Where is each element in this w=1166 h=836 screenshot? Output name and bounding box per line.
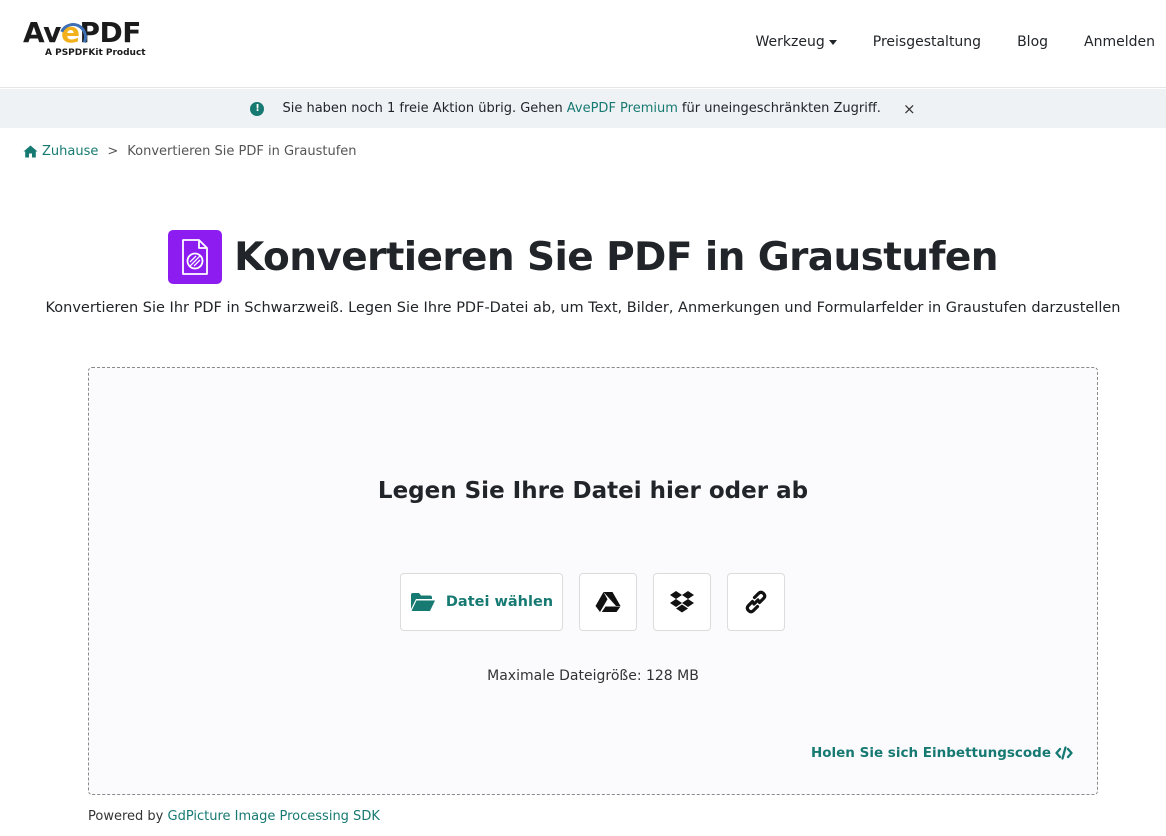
breadcrumb-home[interactable]: Zuhause (23, 144, 98, 159)
folder-open-icon (410, 593, 435, 611)
code-icon (1055, 746, 1073, 760)
breadcrumb-home-label: Zuhause (42, 144, 99, 159)
choose-file-button[interactable]: Datei wählen (400, 573, 563, 631)
upload-source-buttons: Datei wählen (400, 573, 801, 631)
main-nav: Werkzeug Preisgestaltung Blog Anmelden (720, 31, 1155, 53)
free-action-notice: ! Sie haben noch 1 freie Aktion übrig. G… (0, 89, 1166, 128)
choose-file-label: Datei wählen (445, 594, 554, 610)
dropbox-icon (670, 591, 694, 613)
embed-code-link[interactable]: Holen Sie sich Einbettungscode (811, 745, 1073, 761)
url-link-button[interactable] (727, 573, 785, 631)
nav-blog-link[interactable]: Blog (1017, 31, 1048, 53)
premium-link[interactable]: AvePDF Premium (567, 101, 678, 116)
nav-tools-label: Werkzeug (755, 34, 825, 50)
exclamation-icon: ! (250, 101, 265, 116)
page-title: Konvertieren Sie PDF in Graustufen (234, 234, 998, 280)
google-drive-icon (595, 592, 621, 612)
notice-text-start: Sie haben noch 1 freie Aktion übrig. Geh… (282, 101, 563, 116)
dropbox-button[interactable] (653, 573, 711, 631)
nav-login-link[interactable]: Anmelden (1084, 31, 1155, 53)
file-dropzone[interactable]: Legen Sie Ihre Datei hier oder ab Datei … (88, 367, 1098, 795)
logo-tagline: A PSPDFKit Product (45, 48, 146, 58)
gdpicture-sdk-link[interactable]: GdPicture Image Processing SDK (168, 809, 380, 824)
max-file-size: Maximale Dateigröße: 128 MB (487, 668, 699, 684)
caret-down-icon (828, 39, 837, 45)
logo-wordmark: Av e PDF (23, 16, 141, 49)
nav-pricing-link[interactable]: Preisgestaltung (873, 31, 981, 53)
powered-by: Powered by GdPicture Image Processing SD… (88, 809, 380, 824)
page-subtitle: Konvertieren Sie Ihr PDF in Schwarzweiß.… (45, 300, 1121, 316)
header: Av e PDF A PSPDFKit Product Werkzeug Preis… (0, 0, 1166, 88)
google-drive-button[interactable] (579, 573, 637, 631)
grayscale-pdf-icon (168, 230, 223, 284)
logo-e-mark: e (60, 16, 80, 49)
avepdf-logo[interactable]: Av e PDF A PSPDFKit Product (23, 17, 153, 63)
close-icon[interactable]: × (903, 100, 916, 118)
link-icon (745, 590, 767, 614)
nav-tools-dropdown[interactable]: Werkzeug (756, 31, 837, 53)
home-icon (23, 145, 38, 158)
breadcrumb: Zuhause > Konvertieren Sie PDF in Graust… (23, 144, 357, 159)
breadcrumb-separator: > (107, 144, 119, 159)
powered-by-label: Powered by (88, 809, 164, 824)
dropzone-title: Legen Sie Ihre Datei hier oder ab (377, 478, 809, 504)
notice-text-end: für uneingeschränkten Zugriff. (681, 101, 881, 116)
breadcrumb-current: Konvertieren Sie PDF in Graustufen (127, 144, 357, 159)
page-header: Konvertieren Sie PDF in Graustufen (0, 230, 1166, 284)
embed-code-label: Holen Sie sich Einbettungscode (810, 745, 1051, 761)
